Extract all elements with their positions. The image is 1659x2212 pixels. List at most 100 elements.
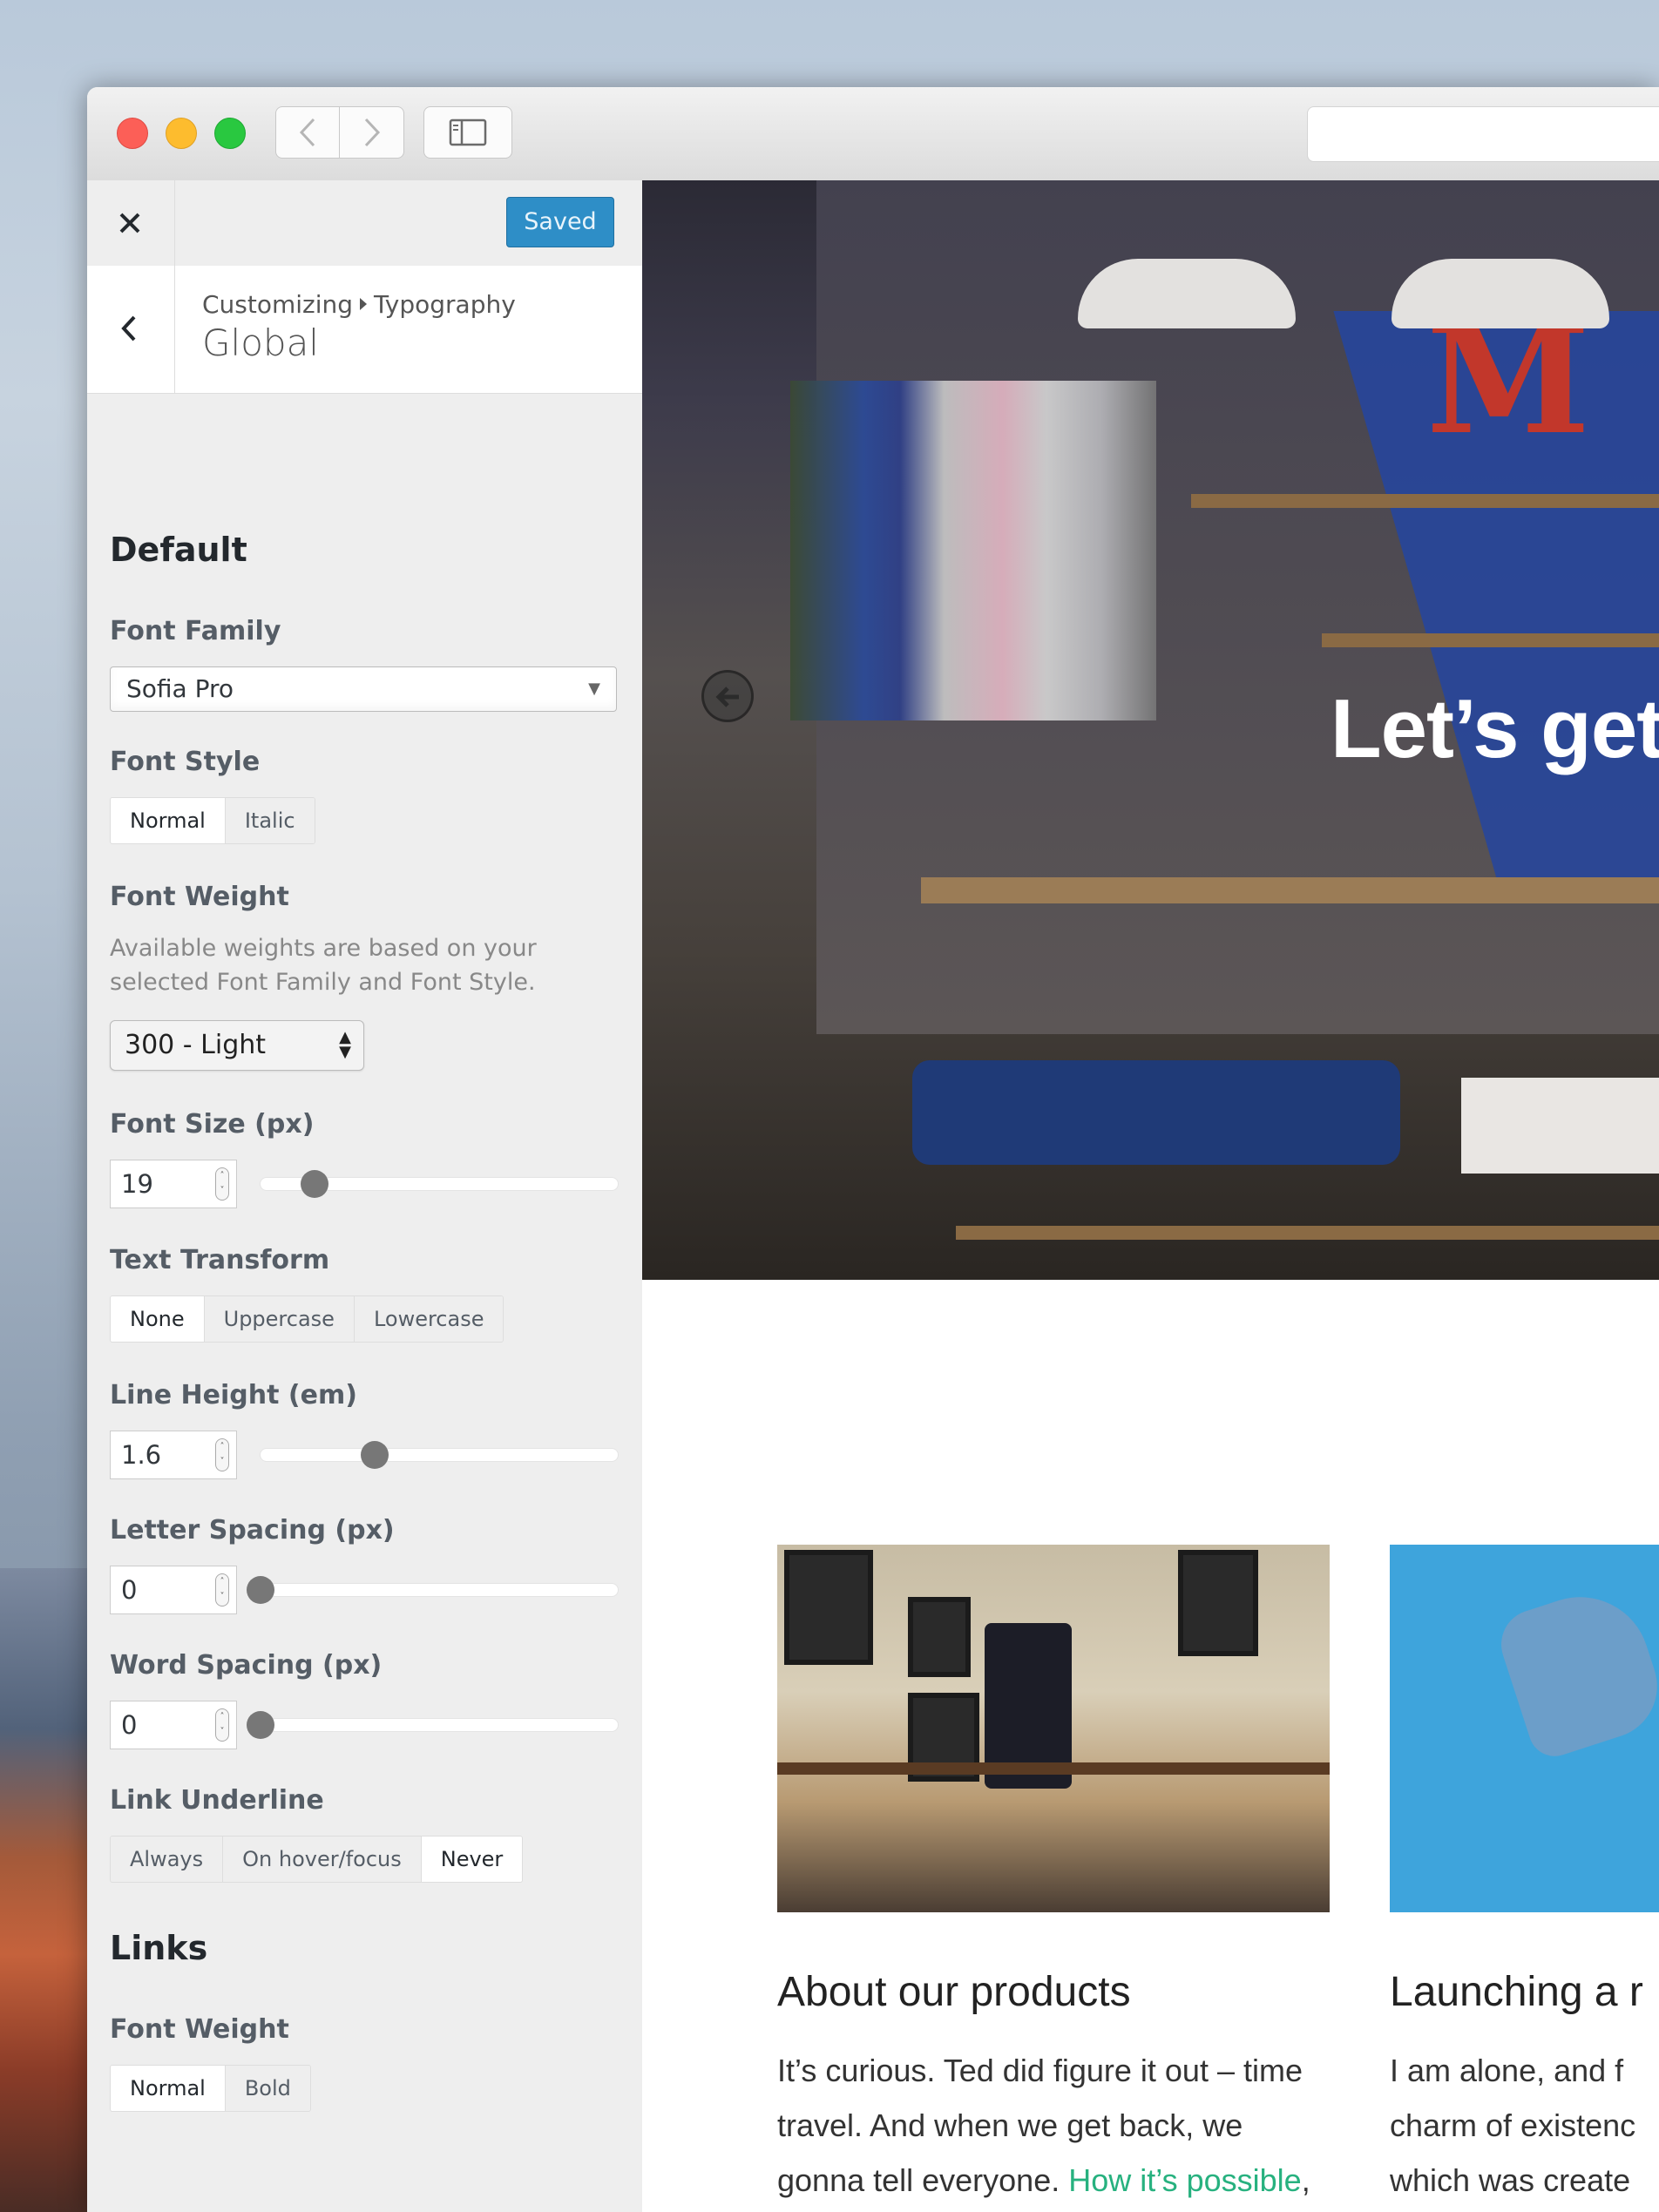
card-image-store[interactable] (777, 1545, 1330, 1912)
font-style-toggle: Normal Italic (110, 797, 315, 844)
browser-window: Saved Customizing Typography Global Defau… (87, 87, 1659, 2212)
link-underline-never-option[interactable]: Never (421, 1837, 523, 1882)
text-transform-none-option[interactable]: None (111, 1296, 205, 1342)
text-transform-lowercase-option[interactable]: Lowercase (354, 1296, 504, 1342)
card-image-frame (908, 1597, 971, 1677)
zoom-window-button[interactable] (214, 118, 246, 149)
address-bar[interactable] (1307, 106, 1659, 162)
word-spacing-slider-thumb[interactable] (247, 1711, 274, 1739)
card-image-legs (1492, 1579, 1659, 1763)
font-weight-value: 300 - Light (125, 1030, 267, 1060)
text-transform-toggle: None Uppercase Lowercase (110, 1295, 504, 1343)
letter-spacing-slider-thumb[interactable] (247, 1576, 274, 1604)
card-image-shelf (777, 1762, 1330, 1775)
number-spinner-icon[interactable]: ˄ ˅ (215, 1573, 229, 1607)
font-weight-description: Available weights are based on your sele… (110, 935, 537, 996)
card-body-link[interactable]: How it’s possible (1068, 2162, 1301, 2198)
link-underline-hover-option[interactable]: On hover/focus (223, 1837, 422, 1882)
section-header: Customizing Typography Global (87, 266, 642, 394)
font-size-slider-thumb[interactable] (300, 1170, 328, 1198)
hero-table (921, 877, 1659, 903)
breadcrumb: Customizing Typography (202, 290, 516, 319)
browser-titlebar (87, 87, 1659, 181)
word-spacing-slider[interactable] (247, 1711, 619, 1739)
close-window-button[interactable] (117, 118, 148, 149)
dropdown-arrow-icon: ▼ (588, 680, 600, 698)
link-underline-toggle: Always On hover/focus Never (110, 1836, 524, 1883)
toggle-sidebar-button[interactable] (423, 106, 512, 159)
link-underline-label: Link Underline (110, 1785, 324, 1816)
default-section-heading: Default (110, 531, 247, 569)
word-spacing-label: Word Spacing (px) (110, 1650, 383, 1681)
letter-spacing-slider[interactable] (247, 1576, 619, 1604)
font-style-italic-option[interactable]: Italic (225, 798, 315, 843)
font-size-slider[interactable] (260, 1170, 619, 1198)
browser-forward-button[interactable] (340, 106, 404, 159)
font-style-normal-option[interactable]: Normal (111, 798, 226, 843)
text-transform-uppercase-option[interactable]: Uppercase (204, 1296, 355, 1342)
link-underline-always-option[interactable]: Always (111, 1837, 224, 1882)
hero-clothing-rack (790, 381, 1156, 720)
text-transform-label: Text Transform (110, 1245, 330, 1275)
slider-prev-button[interactable] (701, 670, 754, 722)
number-spinner-icon[interactable]: ˄ ˅ (215, 1167, 229, 1201)
card-title[interactable]: Launching a r (1390, 1968, 1643, 2016)
hero-shelf (1191, 494, 1659, 508)
line-height-slider-thumb[interactable] (361, 1441, 389, 1469)
hero-folded-shirts (1461, 1078, 1659, 1174)
hero-image: M Let’s get (642, 180, 1659, 1280)
card-image-frame (1178, 1550, 1258, 1656)
breadcrumb-root: Customizing (202, 290, 354, 319)
line-height-label: Line Height (em) (110, 1380, 357, 1410)
letter-spacing-input[interactable]: 0 ˄ ˅ (110, 1566, 237, 1614)
arrow-left-icon (715, 687, 739, 707)
select-stepper-icon: ▲ ▼ (339, 1028, 351, 1061)
links-font-weight-normal-option[interactable]: Normal (111, 2066, 226, 2111)
line-height-slider[interactable] (260, 1441, 619, 1469)
hero-shelf (956, 1226, 1659, 1240)
font-style-label: Font Style (110, 747, 261, 777)
font-weight-label: Font Weight (110, 882, 289, 912)
word-spacing-input[interactable]: 0 ˄ ˅ (110, 1701, 237, 1749)
font-size-input[interactable]: 19 ˄ ˅ (110, 1160, 237, 1208)
panel-title: Global (202, 321, 319, 364)
card-body: It’s curious. Ted did figure it out – ti… (777, 2043, 1335, 2212)
browser-back-button[interactable] (275, 106, 340, 159)
links-section-heading: Links (110, 1929, 208, 1967)
saved-button[interactable]: Saved (506, 197, 614, 247)
font-size-value: 19 (121, 1169, 153, 1199)
line-height-input[interactable]: 1.6 ˄ ˅ (110, 1431, 237, 1479)
sidebar-icon (449, 118, 487, 146)
site-preview: M Let’s get About our products It’s curi… (642, 180, 1659, 2212)
hero-lamp (1392, 259, 1609, 328)
links-font-weight-label: Font Weight (110, 2014, 289, 2045)
chevron-right-icon (364, 118, 380, 147)
hero-shelf (1322, 633, 1659, 647)
font-weight-select[interactable]: 300 - Light ▲ ▼ (110, 1020, 364, 1071)
font-family-value: Sofia Pro (126, 674, 234, 703)
customizer-header: Saved (87, 180, 642, 267)
close-customizer-button[interactable] (87, 180, 175, 266)
minimize-window-button[interactable] (166, 118, 197, 149)
card-title[interactable]: About our products (777, 1968, 1131, 2016)
font-size-label: Font Size (px) (110, 1109, 315, 1140)
letter-spacing-label: Letter Spacing (px) (110, 1515, 395, 1546)
chevron-left-icon (121, 315, 136, 342)
card-image-jump[interactable] (1390, 1545, 1659, 1912)
line-height-value: 1.6 (121, 1440, 162, 1470)
close-icon (119, 213, 140, 233)
card-image-frame (784, 1550, 873, 1665)
number-spinner-icon[interactable]: ˄ ˅ (215, 1708, 229, 1742)
number-spinner-icon[interactable]: ˄ ˅ (215, 1438, 229, 1471)
hero-lamp (1078, 259, 1296, 328)
back-button[interactable] (87, 266, 175, 393)
breadcrumb-separator-icon (360, 298, 368, 310)
links-font-weight-toggle: Normal Bold (110, 2065, 311, 2112)
font-family-select[interactable]: Sofia Pro ▼ (110, 666, 617, 712)
card-body: I am alone, and f charm of existenc whic… (1390, 2053, 1636, 2198)
breadcrumb-section: Typography (374, 290, 516, 319)
letter-spacing-value: 0 (121, 1575, 138, 1605)
hero-folded-jeans (912, 1060, 1400, 1165)
hero-heading: Let’s get (1331, 682, 1659, 775)
links-font-weight-bold-option[interactable]: Bold (225, 2066, 310, 2111)
